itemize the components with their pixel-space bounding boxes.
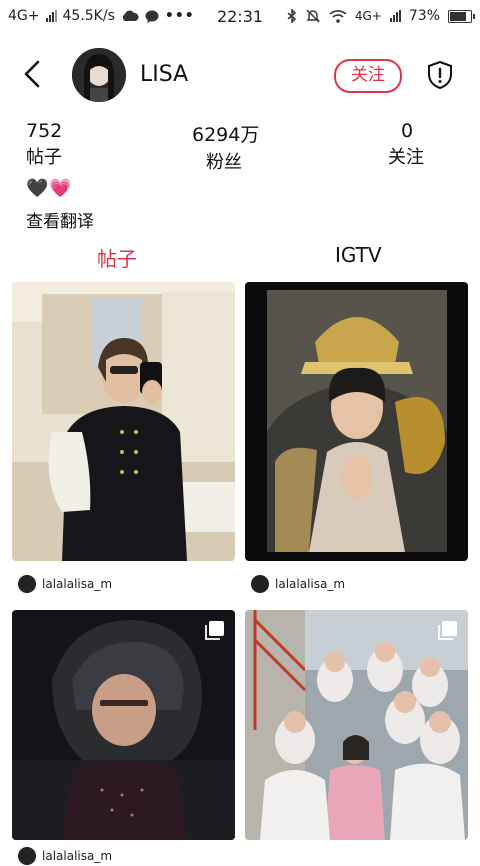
stat-label: 关注 [388, 147, 424, 168]
post-image [12, 282, 235, 561]
signal-icon-right [389, 10, 401, 22]
bluetooth-icon [287, 9, 296, 23]
stat-label: 粉丝 [206, 152, 242, 173]
avatar[interactable] [72, 48, 126, 102]
status-right: 4G+ 73% [287, 8, 475, 24]
wifi-icon [329, 10, 347, 23]
multiple-photos-icon [205, 621, 224, 640]
post-thumbnail[interactable] [12, 282, 235, 561]
post-owner[interactable]: lalalalisa_m [251, 574, 345, 594]
bio-text: 🖤💗 [26, 178, 73, 199]
stat-label: 帖子 [26, 147, 62, 168]
shield-icon[interactable] [426, 60, 454, 90]
avatar [251, 575, 269, 593]
post-thumbnail[interactable] [12, 610, 235, 840]
battery-icon [448, 9, 475, 23]
post-image [245, 610, 468, 840]
post-owner[interactable]: lalalalisa_m [18, 846, 112, 866]
profile-header: LISA 关注 [0, 44, 480, 106]
post-image [245, 282, 468, 561]
follow-button[interactable]: 关注 [334, 59, 402, 93]
mute-icon [306, 9, 320, 23]
post-thumbnail[interactable] [245, 610, 468, 840]
multiple-photos-icon [438, 621, 457, 640]
post-image [12, 610, 235, 840]
avatar [18, 575, 36, 593]
post-owner[interactable]: lalalalisa_m [18, 574, 112, 594]
battery-percent: 73% [408, 8, 440, 24]
bio-hearts: 🖤💗 [26, 178, 73, 199]
stat-posts[interactable]: 752 帖子 [26, 120, 62, 169]
stat-value: 6294万 [192, 124, 260, 146]
post-thumbnail[interactable] [245, 282, 468, 561]
tab-igtv[interactable]: IGTV [335, 243, 382, 267]
back-icon[interactable] [18, 58, 46, 90]
owner-name: lalalalisa_m [275, 577, 346, 591]
stat-value: 0 [401, 120, 414, 142]
avatar [18, 847, 36, 865]
owner-name: lalalalisa_m [42, 577, 113, 591]
stat-following[interactable]: 0 关注 [388, 120, 424, 169]
translate-link[interactable]: 查看翻译 [26, 207, 94, 232]
network-indicator-right: 4G+ [354, 9, 382, 23]
stat-value: 752 [26, 120, 63, 142]
owner-name: lalalalisa_m [42, 849, 113, 863]
username: LISA [140, 62, 189, 87]
stat-followers[interactable]: 6294万 粉丝 [192, 120, 259, 174]
status-bar: 4G+ 45.5K/s ••• 22:31 4G+ 73% [0, 0, 480, 34]
tab-posts[interactable]: 帖子 [97, 243, 137, 272]
